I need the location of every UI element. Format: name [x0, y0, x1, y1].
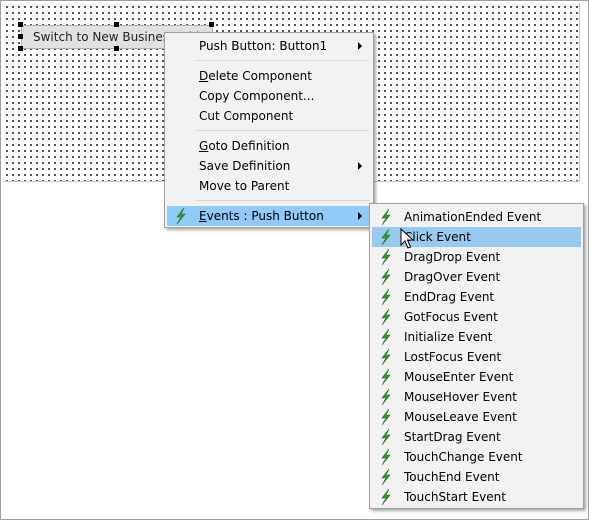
lightning-bolt-icon	[381, 328, 391, 346]
event-item-label: AnimationEnded Event	[404, 210, 542, 224]
event-item-label: LostFocus Event	[404, 350, 502, 364]
event-item-mousehover-event[interactable]: MouseHover Event	[372, 387, 581, 407]
event-item-touchchange-event[interactable]: TouchChange Event	[372, 447, 581, 467]
chevron-right-icon	[358, 212, 362, 220]
lightning-bolt-icon	[381, 268, 391, 286]
mouse-cursor-icon	[400, 228, 414, 249]
menu-item-label: Move to Parent	[199, 179, 290, 193]
chevron-right-icon	[358, 162, 362, 170]
resize-handle-top-left[interactable]	[18, 22, 23, 27]
event-item-label: TouchChange Event	[404, 450, 523, 464]
event-item-label: TouchEnd Event	[404, 470, 500, 484]
menu-item-label: Delete Component	[199, 69, 312, 83]
event-item-label: DragDrop Event	[404, 250, 501, 264]
lightning-bolt-icon	[381, 288, 391, 306]
event-item-label: MouseHover Event	[404, 390, 517, 404]
event-item-label: StartDrag Event	[404, 430, 501, 444]
event-item-touchend-event[interactable]: TouchEnd Event	[372, 467, 581, 487]
lightning-bolt-icon	[381, 428, 391, 446]
event-item-animationended-event[interactable]: AnimationEnded Event	[372, 207, 581, 227]
event-item-initialize-event[interactable]: Initialize Event	[372, 327, 581, 347]
lightning-bolt-icon	[381, 368, 391, 386]
resize-handle-top-middle[interactable]	[114, 22, 119, 27]
lightning-bolt-icon	[381, 208, 391, 226]
event-item-touchstart-event[interactable]: TouchStart Event	[372, 487, 581, 507]
component-context-menu: Push Button: Button1 Delete Component Co…	[164, 32, 374, 228]
menu-separator	[195, 200, 369, 201]
menu-item-label: Goto Definition	[199, 139, 290, 153]
menu-item-copy-component[interactable]: Copy Component...	[167, 86, 371, 106]
menu-item-push-button[interactable]: Push Button: Button1	[167, 36, 371, 56]
event-item-label: GotFocus Event	[404, 310, 498, 324]
lightning-bolt-icon	[176, 207, 186, 225]
event-item-label: DragOver Event	[404, 270, 501, 284]
menu-separator	[195, 60, 369, 61]
menu-item-label: Copy Component...	[199, 89, 315, 103]
resize-handle-middle-left[interactable]	[18, 34, 23, 39]
menu-item-move-to-parent[interactable]: Move to Parent	[167, 176, 371, 196]
event-item-label: Click Event	[404, 230, 471, 244]
event-item-dragover-event[interactable]: DragOver Event	[372, 267, 581, 287]
resize-handle-bottom-left[interactable]	[18, 46, 23, 51]
event-item-mouseenter-event[interactable]: MouseEnter Event	[372, 367, 581, 387]
resize-handle-top-right[interactable]	[209, 22, 214, 27]
menu-item-delete-component[interactable]: Delete Component	[167, 66, 371, 86]
event-item-label: EndDrag Event	[404, 290, 495, 304]
event-item-label: TouchStart Event	[404, 490, 506, 504]
event-item-label: MouseEnter Event	[404, 370, 514, 384]
event-item-enddrag-event[interactable]: EndDrag Event	[372, 287, 581, 307]
event-item-label: MouseLeave Event	[404, 410, 517, 424]
menu-item-save-definition[interactable]: Save Definition	[167, 156, 371, 176]
lightning-bolt-icon	[381, 348, 391, 366]
menu-item-label: Push Button: Button1	[199, 39, 328, 53]
menu-item-events[interactable]: Events : Push Button	[167, 206, 371, 226]
event-item-mouseleave-event[interactable]: MouseLeave Event	[372, 407, 581, 427]
resize-handle-bottom-middle[interactable]	[114, 46, 119, 51]
event-item-lostfocus-event[interactable]: LostFocus Event	[372, 347, 581, 367]
menu-item-label: Cut Component	[199, 109, 294, 123]
lightning-bolt-icon	[381, 468, 391, 486]
lightning-bolt-icon	[381, 228, 391, 246]
menu-item-label: Save Definition	[199, 159, 291, 173]
event-item-gotfocus-event[interactable]: GotFocus Event	[372, 307, 581, 327]
lightning-bolt-icon	[381, 248, 391, 266]
event-item-label: Initialize Event	[404, 330, 493, 344]
chevron-right-icon	[358, 42, 362, 50]
event-item-dragdrop-event[interactable]: DragDrop Event	[372, 247, 581, 267]
menu-separator	[195, 130, 369, 131]
menu-item-goto-definition[interactable]: Goto Definition	[167, 136, 371, 156]
lightning-bolt-icon	[381, 408, 391, 426]
lightning-bolt-icon	[381, 448, 391, 466]
event-item-startdrag-event[interactable]: StartDrag Event	[372, 427, 581, 447]
lightning-bolt-icon	[381, 388, 391, 406]
lightning-bolt-icon	[381, 488, 391, 506]
menu-item-label: Events : Push Button	[199, 209, 324, 223]
lightning-bolt-icon	[381, 308, 391, 326]
menu-item-cut-component[interactable]: Cut Component	[167, 106, 371, 126]
